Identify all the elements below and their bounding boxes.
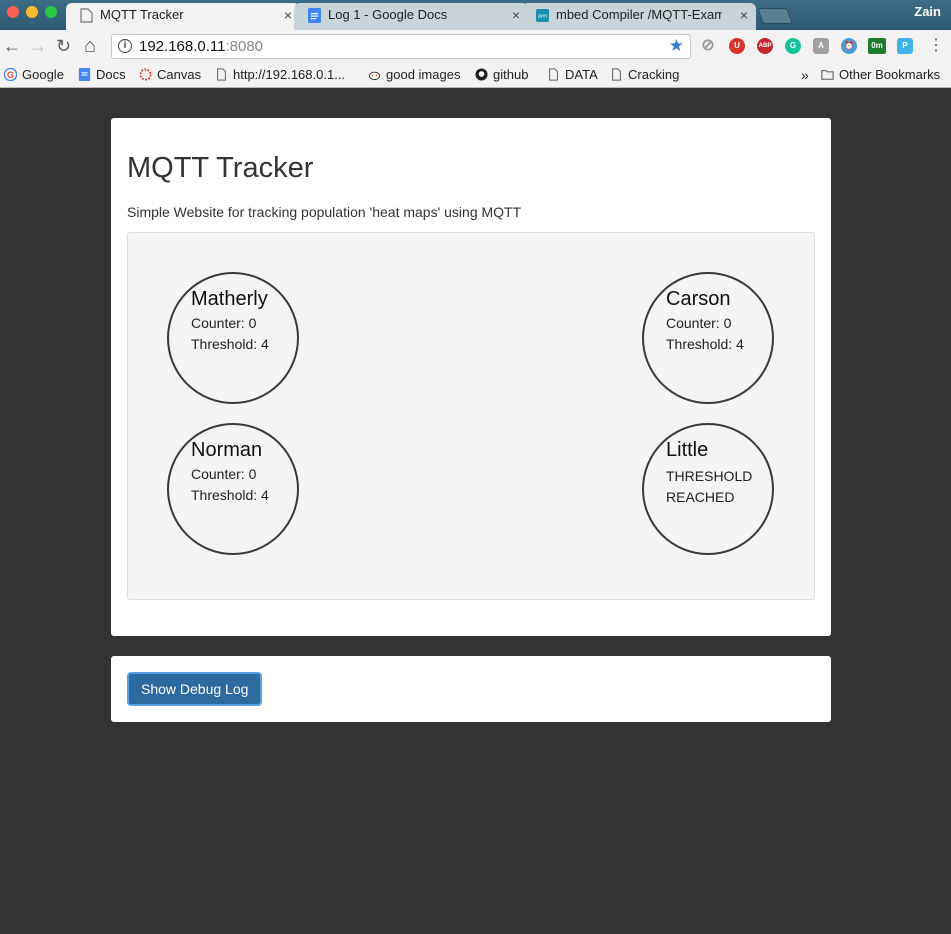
pocket-icon[interactable]: P bbox=[897, 38, 913, 54]
bookmark-google[interactable]: G Google bbox=[4, 67, 64, 82]
url-port: :8080 bbox=[225, 38, 264, 55]
bookmarks-bar: G Google Docs Canvas http://192.168.0.1.… bbox=[0, 62, 951, 88]
grammarly-icon[interactable]: G bbox=[785, 38, 801, 54]
bookmark-data[interactable]: DATA bbox=[547, 67, 598, 82]
tracker-panel: MQTT Tracker Simple Website for tracking… bbox=[111, 118, 831, 636]
tab-strip: MQTT Tracker × Log 1 - Google Docs × arm… bbox=[0, 0, 951, 30]
bookmark-label: http://192.168.0.1... bbox=[233, 67, 346, 82]
profile-name[interactable]: Zain bbox=[914, 4, 941, 19]
mbed-icon: arm bbox=[536, 9, 549, 22]
clock-icon[interactable]: ⏰ bbox=[841, 38, 857, 54]
bookmark-label: Canvas bbox=[157, 67, 202, 82]
reload-icon[interactable]: ↻ bbox=[56, 35, 71, 57]
bookmark-good-images[interactable]: good images bbox=[368, 67, 460, 82]
page-subtitle: Simple Website for tracking population '… bbox=[127, 204, 522, 220]
bookmark-label: Cracking bbox=[628, 67, 680, 82]
zone-counter: Counter: 0 bbox=[191, 466, 257, 482]
extension-icon[interactable]: A bbox=[813, 38, 829, 54]
bookmark-label: Other Bookmarks bbox=[839, 67, 941, 82]
heat-map-area: Matherly Counter: 0 Threshold: 4 Carson … bbox=[127, 232, 815, 600]
bookmark-label: DATA bbox=[565, 67, 598, 82]
zone-carson: Carson Counter: 0 Threshold: 4 bbox=[642, 272, 774, 404]
bookmark-github[interactable]: github bbox=[475, 67, 528, 82]
close-window-button[interactable] bbox=[7, 6, 19, 18]
timer-icon[interactable]: 0m bbox=[868, 38, 886, 54]
bookmark-star-icon[interactable]: ★ bbox=[669, 36, 684, 56]
folder-icon bbox=[821, 70, 834, 80]
tab-mbed-compiler[interactable]: arm mbed Compiler /MQTT-Exampl × bbox=[522, 3, 756, 30]
tab-close-icon[interactable]: × bbox=[512, 3, 520, 27]
show-debug-log-button[interactable]: Show Debug Log bbox=[127, 672, 263, 706]
url-text[interactable]: 192.168.0.11:8080 bbox=[139, 38, 263, 55]
tab-close-icon[interactable]: × bbox=[740, 3, 748, 27]
svg-text:G: G bbox=[7, 70, 14, 80]
other-bookmarks-folder[interactable]: Other Bookmarks bbox=[821, 67, 940, 82]
home-icon[interactable]: ⌂ bbox=[84, 35, 96, 57]
zone-name: Matherly bbox=[191, 288, 268, 310]
bookmark-canvas[interactable]: Canvas bbox=[139, 67, 201, 82]
minimize-window-button[interactable] bbox=[26, 6, 38, 18]
docs-icon bbox=[308, 8, 321, 23]
zone-threshold: Threshold: 4 bbox=[666, 336, 744, 352]
zone-name: Little bbox=[666, 439, 709, 461]
browser-toolbar: ← → ↻ ⌂ i 192.168.0.11:8080 ★ ⊘ U ABP G … bbox=[0, 30, 951, 62]
url-host: 192.168.0.11 bbox=[139, 38, 226, 55]
page-icon bbox=[612, 68, 621, 81]
svg-text:arm: arm bbox=[538, 14, 547, 20]
page-title: MQTT Tracker bbox=[127, 152, 314, 184]
tab-google-docs[interactable]: Log 1 - Google Docs × bbox=[294, 3, 528, 30]
new-tab-button[interactable] bbox=[757, 8, 793, 24]
page-icon bbox=[80, 8, 93, 23]
reddit-icon bbox=[368, 71, 381, 81]
bookmark-cracking[interactable]: Cracking bbox=[610, 67, 679, 82]
zone-threshold: Threshold: 4 bbox=[191, 487, 269, 503]
back-icon[interactable]: ← bbox=[3, 35, 21, 57]
abp-icon[interactable]: ABP bbox=[757, 38, 773, 54]
tab-title: Log 1 - Google Docs bbox=[328, 7, 448, 22]
github-icon bbox=[475, 68, 488, 81]
zone-threshold-alert: THRESHOLD REACHED bbox=[666, 468, 753, 505]
ublock-icon[interactable]: U bbox=[729, 38, 745, 54]
bookmarks-overflow-icon[interactable]: » bbox=[801, 67, 809, 83]
tab-close-icon[interactable]: × bbox=[284, 3, 292, 27]
bookmark-label: github bbox=[493, 67, 529, 82]
zone-matherly: Matherly Counter: 0 Threshold: 4 bbox=[167, 272, 299, 404]
zone-norman: Norman Counter: 0 Threshold: 4 bbox=[167, 423, 299, 555]
canvas-icon bbox=[139, 68, 152, 81]
menu-icon[interactable]: ⋮ bbox=[928, 35, 944, 57]
address-bar[interactable]: i 192.168.0.11:8080 ★ bbox=[111, 34, 691, 59]
tab-title: mbed Compiler /MQTT-Exampl bbox=[556, 7, 722, 22]
block-icon[interactable]: ⊘ bbox=[700, 38, 716, 54]
page-icon bbox=[549, 68, 558, 81]
bookmark-local-ip[interactable]: http://192.168.0.1... bbox=[215, 67, 345, 82]
forward-icon[interactable]: → bbox=[29, 35, 47, 57]
zone-little: Little THRESHOLD REACHED bbox=[642, 423, 774, 555]
zone-counter: Counter: 0 bbox=[666, 315, 732, 331]
zone-name: Carson bbox=[666, 288, 731, 310]
bookmark-label: Docs bbox=[96, 67, 126, 82]
bookmark-label: Google bbox=[22, 67, 64, 82]
docs-icon bbox=[78, 68, 91, 81]
tab-title: MQTT Tracker bbox=[100, 7, 184, 22]
bookmark-docs[interactable]: Docs bbox=[78, 67, 126, 82]
maximize-window-button[interactable] bbox=[45, 6, 57, 18]
bookmark-label: good images bbox=[386, 67, 461, 82]
page-icon bbox=[217, 68, 226, 81]
google-icon: G bbox=[4, 68, 17, 81]
debug-panel: Show Debug Log bbox=[111, 656, 831, 722]
tab-mqtt-tracker[interactable]: MQTT Tracker × bbox=[66, 3, 300, 30]
zone-name: Norman bbox=[191, 439, 263, 461]
zone-threshold: Threshold: 4 bbox=[191, 336, 269, 352]
zone-counter: Counter: 0 bbox=[191, 315, 257, 331]
info-icon[interactable]: i bbox=[118, 39, 132, 53]
